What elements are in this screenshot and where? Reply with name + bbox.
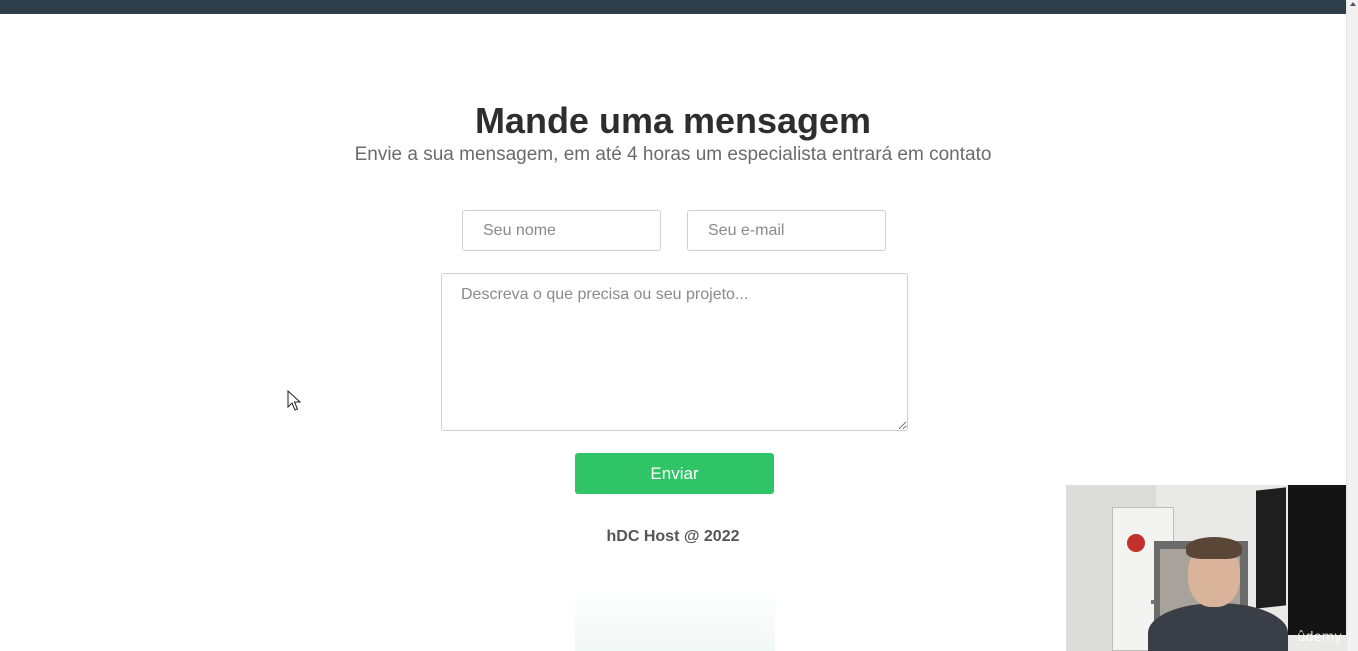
scroll-up-arrow-icon[interactable] [1350, 2, 1356, 6]
submit-button[interactable]: Enviar [575, 453, 774, 494]
acoustic-panel [1256, 487, 1286, 609]
message-textarea[interactable] [441, 273, 908, 431]
page: Mande uma mensagem Envie a sua mensagem,… [0, 0, 1358, 651]
top-header-bar [0, 0, 1346, 14]
webcam-overlay: ûdemy [1066, 485, 1346, 651]
contact-subtitle: Envie a sua mensagem, em até 4 horas um … [354, 144, 992, 165]
door-sign-icon [1127, 534, 1145, 552]
presenter-body [1148, 603, 1288, 651]
presenter-hair [1186, 537, 1242, 559]
vertical-scrollbar[interactable] [1346, 0, 1358, 651]
name-input[interactable] [462, 210, 661, 251]
contact-title: Mande uma mensagem [474, 100, 872, 141]
acoustic-panel [1288, 485, 1346, 635]
email-input[interactable] [687, 210, 886, 251]
faded-element [575, 585, 775, 651]
udemy-watermark: ûdemy [1297, 630, 1342, 645]
mouse-pointer-icon [287, 390, 301, 411]
